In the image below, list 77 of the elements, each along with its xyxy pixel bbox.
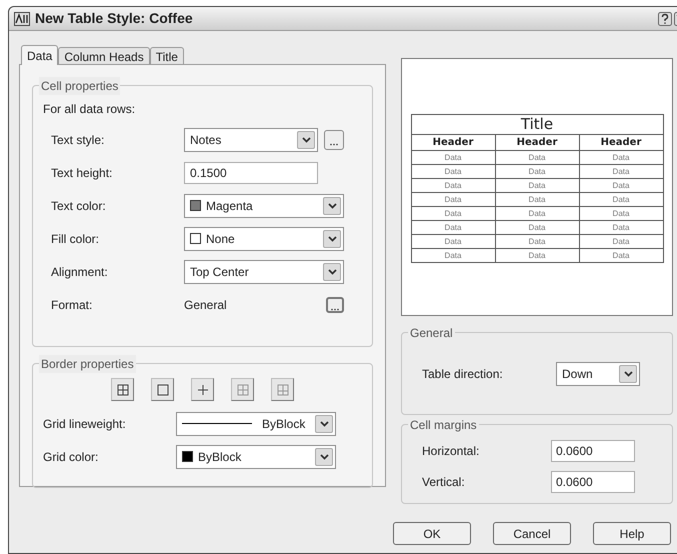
- preview-cell: Data: [579, 178, 663, 192]
- preview-cell: Data: [411, 234, 495, 248]
- inside-borders-icon: [196, 382, 210, 396]
- bottom-border-icon: [276, 382, 290, 396]
- field-label: Grid color:: [43, 448, 100, 466]
- border-button[interactable]: [151, 378, 174, 401]
- field-label: Horizontal:: [422, 442, 480, 460]
- dropdown[interactable]: Notes: [184, 128, 318, 152]
- section-subtitle: For all data rows:: [43, 101, 136, 118]
- field-label: Text height:: [51, 164, 114, 182]
- grid-icon: [236, 382, 250, 396]
- tab[interactable]: Column Heads: [58, 47, 150, 64]
- tab[interactable]: Title: [150, 47, 184, 64]
- field-label: Format:: [51, 296, 94, 314]
- app-icon: [14, 12, 30, 26]
- preview-cell: Data: [579, 150, 663, 164]
- browse-button[interactable]: [324, 130, 344, 150]
- preview-cell: Data: [411, 164, 495, 178]
- field-label: Alignment:: [51, 264, 109, 280]
- dropdown[interactable]: None: [184, 226, 344, 250]
- dropdown[interactable]: Magenta: [184, 194, 344, 218]
- preview-cell: Data: [411, 150, 495, 164]
- preview-cell: Data: [411, 248, 495, 262]
- field-label: Fill color:: [51, 230, 100, 248]
- field-label: Vertical:: [422, 474, 465, 490]
- help-icon[interactable]: [658, 12, 672, 26]
- preview-cell: Data: [579, 206, 663, 220]
- preview-cell: Data: [411, 206, 495, 220]
- format-value: General: [184, 296, 227, 314]
- border-button[interactable]: [231, 378, 254, 401]
- preview-header: Header: [579, 134, 663, 150]
- border-button[interactable]: [191, 378, 214, 401]
- preview-cell: Data: [495, 150, 579, 164]
- ellipsis-icon: [330, 142, 338, 146]
- field-label: Text color:: [51, 198, 107, 214]
- preview-title: Title: [411, 114, 663, 134]
- preview-cell: Data: [495, 164, 579, 178]
- field-label: Grid lineweight:: [43, 416, 127, 432]
- tab[interactable]: Data: [21, 45, 58, 65]
- ellipsis-icon: [331, 308, 339, 310]
- line-sample-icon: [182, 423, 252, 424]
- border-button[interactable]: [111, 378, 134, 401]
- field-label: Table direction:: [422, 366, 503, 382]
- field-label: Text style:: [51, 132, 106, 148]
- preview-header: Header: [495, 134, 579, 150]
- dialog-button[interactable]: Cancel: [493, 522, 571, 545]
- all-borders-icon: [116, 382, 130, 396]
- dropdown[interactable]: Down: [556, 362, 640, 386]
- preview-cell: Data: [495, 248, 579, 262]
- group-title: Cell properties: [39, 77, 120, 95]
- outside-borders-icon: [156, 382, 170, 396]
- dropdown[interactable]: ByBlock: [176, 444, 336, 468]
- preview-cell: Data: [411, 178, 495, 192]
- preview-cell: Data: [579, 234, 663, 248]
- preview-cell: Data: [495, 234, 579, 248]
- input-field[interactable]: 0.1500: [184, 162, 318, 184]
- preview-cell: Data: [495, 206, 579, 220]
- preview-cell: Data: [579, 220, 663, 234]
- preview-cell: Data: [495, 178, 579, 192]
- preview-cell: Data: [495, 220, 579, 234]
- dialog-button[interactable]: Help: [593, 522, 671, 545]
- preview-cell: Data: [411, 220, 495, 234]
- input-field[interactable]: 0.0600: [551, 440, 635, 462]
- input-field[interactable]: 0.0600: [551, 470, 635, 492]
- group-title: Border properties: [39, 355, 136, 373]
- preview-cell: Data: [411, 192, 495, 206]
- preview-cell: Data: [579, 192, 663, 206]
- preview-cell: Data: [579, 248, 663, 262]
- dropdown[interactable]: Top Center: [184, 260, 344, 284]
- dropdown[interactable]: ByBlock: [176, 412, 336, 436]
- format-button[interactable]: [326, 296, 344, 312]
- border-button[interactable]: [271, 378, 294, 401]
- preview-cell: Data: [579, 164, 663, 178]
- dialog-button[interactable]: OK: [393, 522, 471, 545]
- preview-cell: Data: [495, 192, 579, 206]
- window-title: New Table Style: Coffee: [35, 9, 194, 28]
- preview-header: Header: [411, 134, 495, 150]
